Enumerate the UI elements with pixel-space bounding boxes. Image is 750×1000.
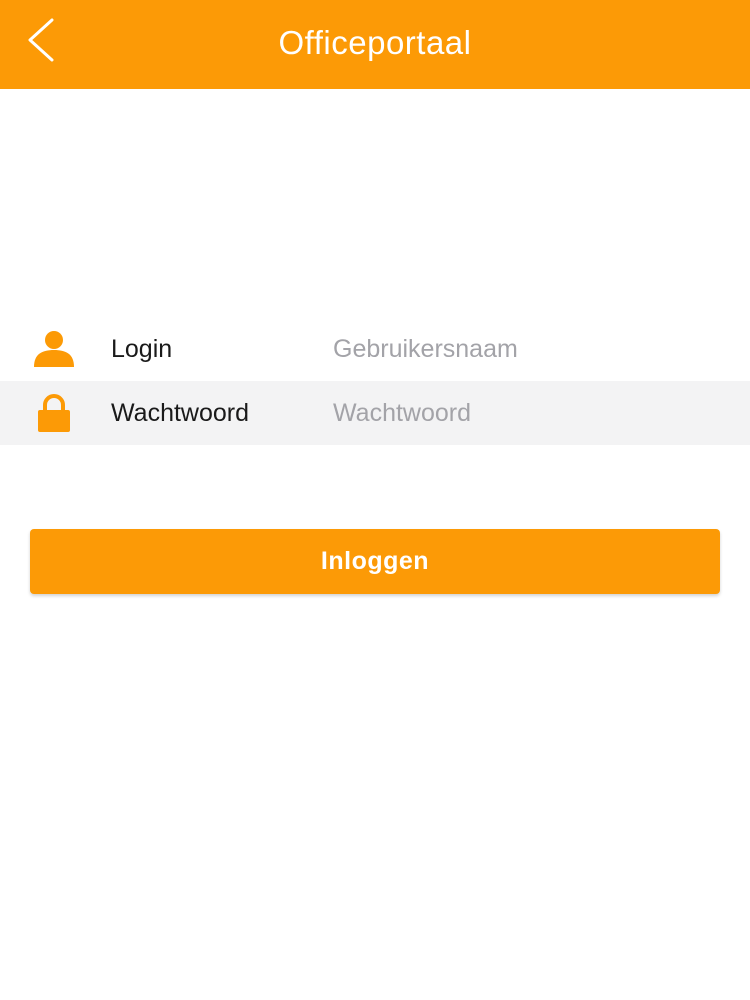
password-label: Wachtwoord xyxy=(111,399,250,427)
user-icon xyxy=(34,331,74,367)
password-row: Wachtwoord xyxy=(0,381,750,445)
password-input[interactable] xyxy=(330,391,736,435)
navigation-bar: Officeportaal xyxy=(0,0,750,89)
page-title: Officeportaal xyxy=(278,24,472,61)
login-label: Login xyxy=(111,335,173,363)
login-button[interactable]: Inloggen xyxy=(30,529,720,594)
username-input[interactable] xyxy=(330,327,736,371)
login-screen: Officeportaal Login Wachtwoord Inloggen xyxy=(0,0,750,1000)
login-row: Login xyxy=(0,317,750,381)
lock-icon xyxy=(38,394,70,432)
